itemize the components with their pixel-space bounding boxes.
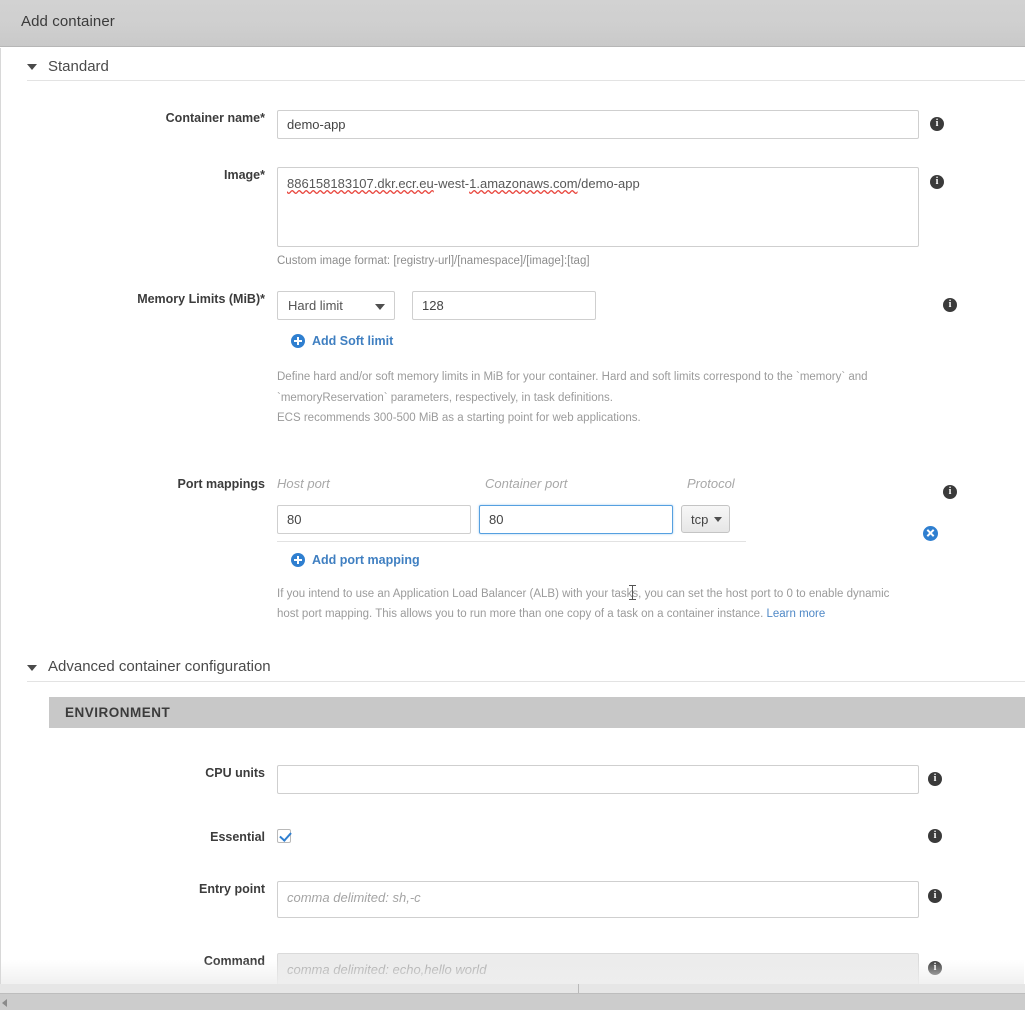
field-row-container-name: Container name* i <box>1 110 1025 139</box>
plus-circle-icon <box>291 552 305 567</box>
section-divider <box>27 680 1025 682</box>
scroll-gutter-divider <box>578 984 579 993</box>
control-cpu-units: i <box>277 764 1025 794</box>
scroll-gutter <box>0 984 1025 993</box>
field-row-memory-limits: Memory Limits (MiB)* Hard limit Add Soft… <box>1 291 1025 429</box>
environment-section-band: ENVIRONMENT <box>49 696 1025 728</box>
modal-titlebar: Add container <box>0 0 1025 47</box>
info-icon-port-mappings[interactable]: i <box>943 484 957 499</box>
info-icon-container-name[interactable]: i <box>930 117 944 131</box>
memory-help-line-2: `memoryReservation` parameters, respecti… <box>277 391 613 404</box>
entry-point-textarea[interactable] <box>277 880 919 918</box>
control-entry-point: i <box>277 880 1025 923</box>
control-port-mappings: Host port Container port Protocol tcp Ad… <box>277 476 1025 625</box>
port-help-line-1: If you intend to use an Application Load… <box>277 587 890 600</box>
port-mapping-row: tcp <box>277 504 746 542</box>
learn-more-link[interactable]: Learn more <box>766 608 825 620</box>
field-row-entry-point: Entry point i <box>1 880 1025 923</box>
column-header-container-port: Container port <box>485 475 568 491</box>
label-port-mappings: Port mappings <box>177 476 265 491</box>
info-icon-essential[interactable]: i <box>928 828 942 843</box>
add-port-mapping-label: Add port mapping <box>312 552 420 567</box>
memory-limits-help: Define hard and/or soft memory limits in… <box>277 367 1025 429</box>
image-format-hint: Custom image format: [registry-url]/[nam… <box>277 255 590 267</box>
field-row-essential: Essential i <box>1 828 1025 848</box>
label-cpu-units: CPU units <box>205 765 265 780</box>
info-icon-cpu-units[interactable]: i <box>928 771 942 786</box>
field-row-cpu-units: CPU units i <box>1 764 1025 794</box>
memory-help-line-1: Define hard and/or soft memory limits in… <box>277 371 868 383</box>
column-header-host-port: Host port <box>277 475 330 491</box>
memory-help-line-3: ECS recommends 300-500 MiB as a starting… <box>277 412 641 424</box>
remove-port-mapping-button[interactable] <box>923 525 938 541</box>
section-header-advanced[interactable]: Advanced container configuration <box>1 653 1025 681</box>
info-icon-image[interactable]: i <box>930 175 944 189</box>
control-essential: i <box>277 828 1025 848</box>
chevron-down-icon <box>27 64 37 70</box>
add-soft-limit-label: Add Soft limit <box>312 334 394 348</box>
field-row-port-mappings: Port mappings Host port Container port P… <box>1 476 1025 625</box>
section-label-advanced: Advanced container configuration <box>48 658 271 675</box>
essential-checkbox[interactable] <box>277 828 291 843</box>
label-essential: Essential <box>210 829 265 844</box>
label-entry-point: Entry point <box>199 881 265 896</box>
image-value: 886158183107.dkr.ecr.eu-west-1.amazonaws… <box>287 176 640 191</box>
control-memory-limits: Hard limit Add Soft limit Define hard an… <box>277 291 1025 429</box>
horizontal-scrollbar[interactable] <box>0 993 1025 1010</box>
host-port-input[interactable] <box>277 504 471 534</box>
label-memory-limits: Memory Limits (MiB)* <box>137 292 265 306</box>
column-header-protocol: Protocol <box>687 475 735 491</box>
add-port-mapping-link[interactable]: Add port mapping <box>291 552 420 567</box>
environment-band-label: ENVIRONMENT <box>65 704 171 720</box>
memory-limit-type-select[interactable]: Hard limit <box>277 291 395 320</box>
port-help-line-2: host port mapping. This allows you to ru… <box>277 608 826 620</box>
info-icon-command[interactable]: i <box>928 960 942 975</box>
memory-limit-type-value: Hard limit <box>288 298 343 313</box>
section-header-standard[interactable]: Standard <box>1 52 1025 80</box>
port-mappings-column-headers: Host port Container port Protocol <box>277 476 1025 491</box>
protocol-value: tcp <box>691 511 709 527</box>
control-image: 886158183107.dkr.ecr.eu-west-1.amazonaws… <box>277 167 1025 267</box>
add-container-modal: Add container Standard Container name* i… <box>0 0 1025 1010</box>
modal-body: Standard Container name* i Image* 886158… <box>0 48 1025 993</box>
image-textarea[interactable]: 886158183107.dkr.ecr.eu-west-1.amazonaws… <box>277 167 919 247</box>
chevron-down-icon <box>375 304 385 310</box>
modal-title: Add container <box>21 13 115 30</box>
container-port-input[interactable] <box>479 504 673 534</box>
info-icon-memory-limits[interactable]: i <box>943 298 957 312</box>
memory-limit-amount-input[interactable] <box>412 291 596 320</box>
label-image: Image* <box>223 168 265 182</box>
protocol-select[interactable]: tcp <box>681 505 731 533</box>
control-container-name: i <box>277 110 1025 139</box>
section-divider <box>27 80 1025 81</box>
scroll-left-arrow-icon[interactable] <box>2 999 7 1007</box>
cpu-units-input[interactable] <box>277 764 919 794</box>
field-row-image: Image* 886158183107.dkr.ecr.eu-west-1.am… <box>1 167 1025 267</box>
label-container-name: Container name* <box>165 111 265 125</box>
label-command: Command <box>203 953 265 968</box>
info-icon-entry-point[interactable]: i <box>928 888 942 903</box>
container-name-input[interactable] <box>277 110 919 139</box>
chevron-down-icon <box>714 517 723 522</box>
chevron-down-icon <box>27 664 37 671</box>
add-soft-limit-link[interactable]: Add Soft limit <box>291 334 393 348</box>
section-label-standard: Standard <box>48 57 109 75</box>
port-mappings-help: If you intend to use an Application Load… <box>277 584 937 625</box>
plus-circle-icon <box>291 334 305 348</box>
